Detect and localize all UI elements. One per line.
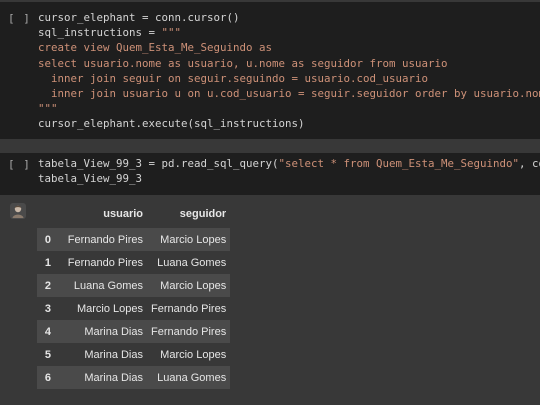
code-line: create view Quem_Esta_Me_Seguindo as [38, 40, 540, 55]
table-row: 3 Marcio Lopes Fernando Pires [37, 297, 231, 320]
string-token: select usuario.nome as usuario, u.nome a… [38, 56, 448, 70]
code-line: """ [38, 101, 540, 116]
code-token: tabela_View_99_3 [38, 172, 143, 186]
table-row: 2 Luana Gomes Marcio Lopes [37, 274, 231, 297]
code-line: inner join seguir on seguir.seguindo = u… [38, 71, 540, 86]
code-line: tabela_View_99_3 [38, 171, 540, 186]
string-token: inner join seguir on seguir.seguindo = u… [38, 71, 429, 85]
cell-usuario: Marcio Lopes [76, 302, 143, 315]
cell-usuario: Fernando Pires [67, 256, 143, 269]
table-row: 1 Fernando Pires Luana Gomes [37, 251, 231, 274]
string-token: create view Quem_Esta_Me_Seguindo as [38, 41, 273, 55]
code-line: cursor_elephant = conn.cursor() [38, 10, 540, 25]
row-index: 3 [44, 302, 51, 315]
row-index: 1 [44, 256, 51, 269]
code-line: inner join usuario u on u.cod_usuario = … [38, 86, 540, 101]
code-line: sql_instructions = """ [38, 25, 540, 40]
cell-usuario: Luana Gomes [73, 279, 143, 292]
code-token: sql_instructions = [38, 26, 162, 40]
cell-usuario: Fernando Pires [67, 233, 143, 246]
code-line: cursor_elephant.execute(sql_instructions… [38, 116, 540, 131]
code-cell-1[interactable]: [ ] cursor_elephant = conn.cursor() sql_i… [0, 2, 540, 139]
cell-seguidor: Luana Gomes [157, 371, 227, 384]
table-row: 6 Marina Dias Luana Gomes [37, 366, 231, 389]
cell-seguidor: Marcio Lopes [160, 348, 227, 361]
dataframe-table: usuario seguidor 0 Fernando Pires Marcio L… [37, 205, 231, 389]
table-row: 5 Marina Dias Marcio Lopes [37, 343, 231, 366]
cell-seguidor: Marcio Lopes [160, 233, 227, 246]
cell-output: usuario seguidor 0 Fernando Pires Marcio L… [0, 195, 540, 405]
row-index: 2 [44, 279, 51, 292]
table-row: 4 Marina Dias Fernando Pires [37, 320, 231, 343]
run-cell-button[interactable]: [ ] [8, 12, 31, 25]
cell-seguidor: Marcio Lopes [160, 279, 227, 292]
column-header-seguidor: seguidor [179, 207, 227, 220]
row-index: 4 [44, 325, 51, 338]
cell-usuario: Marina Dias [84, 325, 143, 338]
string-token: inner join usuario u on u.cod_usuario = … [38, 86, 540, 100]
cell-seguidor: Luana Gomes [157, 256, 227, 269]
code-line: tabela_View_99_3 = pd.read_sql_query("se… [38, 156, 540, 171]
cell-seguidor: Fernando Pires [151, 325, 227, 338]
column-header-usuario: usuario [103, 207, 143, 220]
string-token: """ [161, 26, 182, 40]
code-line: select usuario.nome as usuario, u.nome a… [38, 56, 540, 71]
code-cell-2[interactable]: [ ] tabela_View_99_3 = pd.read_sql_query… [0, 153, 540, 195]
code-token: , conn) [519, 157, 540, 170]
run-cell-button[interactable]: [ ] [8, 158, 31, 171]
cell-usuario: Marina Dias [84, 371, 143, 384]
code-token: cursor_elephant = conn.cursor() [38, 11, 240, 24]
cell-seguidor: Fernando Pires [151, 302, 227, 315]
code-token: cursor_elephant.execute(sql_instructions… [38, 117, 305, 131]
table-row: 0 Fernando Pires Marcio Lopes [37, 228, 231, 251]
index-header [37, 205, 57, 228]
row-index: 0 [44, 233, 51, 246]
row-index: 6 [44, 371, 51, 384]
output-avatar-icon[interactable] [10, 203, 26, 219]
code-editor[interactable]: cursor_elephant = conn.cursor() sql_instr… [38, 10, 540, 132]
row-index: 5 [44, 348, 51, 361]
code-token: tabela_View_99_3 = pd.read_sql_query( [38, 157, 279, 170]
code-editor[interactable]: tabela_View_99_3 = pd.read_sql_query("se… [38, 156, 540, 186]
table-header-row: usuario seguidor [37, 205, 230, 228]
string-token: "select * from Quem_Esta_Me_Seguindo" [278, 157, 520, 170]
string-token: """ [38, 102, 58, 116]
cell-usuario: Marina Dias [84, 348, 143, 361]
